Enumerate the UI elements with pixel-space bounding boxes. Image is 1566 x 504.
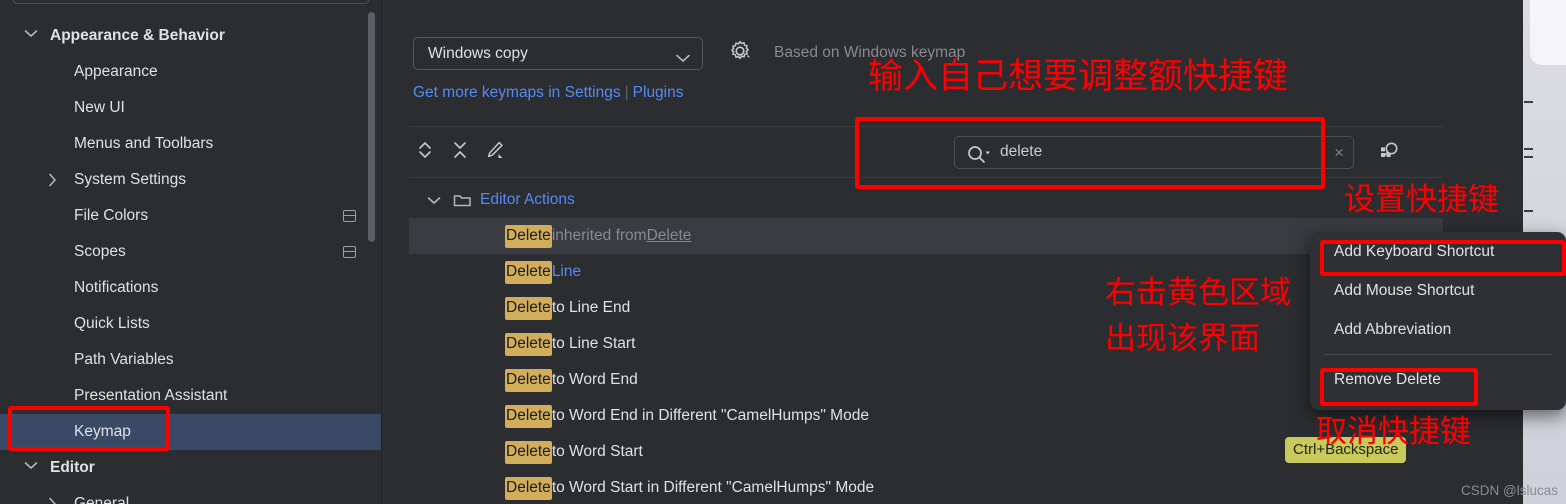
action-row[interactable]: Delete to Line Start [409,326,1443,362]
action-row[interactable]: Delete to Word Start in Different "Camel… [409,470,1443,504]
sidebar-item-label: New UI [74,99,125,116]
sidebar-item-label: Scopes [74,243,126,260]
expand-all-icon [416,140,434,165]
clear-search-icon[interactable]: × [1334,143,1344,163]
action-label: to Word Start [551,443,643,460]
sidebar-item-editor[interactable]: Editor [0,450,382,486]
action-match-highlight: Delete [505,404,552,428]
inherited-from-link[interactable]: Delete [647,227,692,244]
sidebar-item-file-colors[interactable]: File Colors [0,198,382,234]
action-match-highlight: Delete [505,260,552,284]
sidebar-item-quick-lists[interactable]: Quick Lists [0,306,382,342]
keymap-settings-gear-button[interactable] [725,38,755,68]
gear-icon [728,39,752,68]
action-label: to Line End [551,299,631,316]
annotation-box-remove-delete [1320,368,1478,406]
annotation-box-add-keyboard-shortcut [1320,240,1566,276]
sidebar-item-notifications[interactable]: Notifications [0,270,382,306]
sidebar-item-label: Menus and Toolbars [74,135,214,152]
sidebar-item-label: Appearance [74,63,158,80]
sidebar-scrollbar-thumb[interactable] [368,12,375,242]
action-label: to Line Start [551,335,636,352]
background-tick [1524,210,1533,212]
links-separator: | [624,84,629,101]
collapse-all-button[interactable] [447,139,473,165]
action-row[interactable]: Delete to Word End in Different "CamelHu… [409,398,1443,434]
sidebar-item-label: Quick Lists [74,315,150,332]
action-row[interactable]: Delete to Word End [409,362,1443,398]
sidebar-item-label: Editor [50,459,95,476]
annotation-box-keymap-sidebar-item [8,406,170,451]
pencil-icon [485,140,505,165]
sidebar-item-appearance[interactable]: Appearance [0,54,382,90]
find-by-shortcut-button[interactable] [1375,139,1403,167]
sidebar-item-general[interactable]: General [0,486,382,504]
plugins-link[interactable]: Plugins [633,84,684,101]
sidebar-item-label: System Settings [74,171,186,188]
sidebar-item-label: Path Variables [74,351,174,368]
sidebar-panel-splitter[interactable] [381,0,382,504]
background-tick [1524,156,1533,158]
action-label: inherited from [551,227,647,244]
action-row[interactable]: Delete inherited from Delete [409,218,1443,254]
sidebar-search-input[interactable] [13,0,369,4]
action-match-highlight: Delete [505,224,552,248]
sidebar-item-path-variables[interactable]: Path Variables [0,342,382,378]
action-match-highlight: Delete [505,476,552,500]
action-match-highlight: Delete [505,296,552,320]
sidebar-item-appearance-behavior[interactable]: Appearance & Behavior [0,18,382,54]
keymap-select[interactable]: Windows copy [413,37,703,70]
chevron-down-icon[interactable] [427,196,441,205]
folder-icon [453,192,472,208]
action-label: to Word End in Different "CamelHumps" Mo… [551,407,869,424]
background-window-card [1530,0,1566,65]
background-tick [1524,101,1533,103]
keymap-links: Get more keymaps in Settings | Plugins [413,84,684,102]
sidebar-item-label: Notifications [74,279,159,296]
edit-shortcut-button[interactable] [482,139,508,165]
sidebar-item-label: Presentation Assistant [74,387,228,404]
background-tick [1524,148,1533,150]
sidebar-item-system-settings[interactable]: System Settings [0,162,382,198]
annotation-input-shortcut: 输入自己想要调整额快捷键 [868,57,1289,97]
screenshot-root: Appearance & Behavior Appearance New UI Men… [0,0,1566,504]
sidebar-item-label: General [74,495,130,504]
menu-divider [1324,354,1552,355]
sidebar-item-label: File Colors [74,207,149,224]
settings-sync-icon [343,210,356,222]
chevron-down-icon [676,50,690,68]
action-match-highlight: Delete [505,440,552,464]
annotation-set-shortcut: 设置快捷键 [1344,182,1499,218]
chevron-down-icon[interactable] [24,461,38,475]
annotation-cancel-shortcut: 取消快捷键 [1316,414,1471,450]
action-label: to Word End [551,371,638,388]
watermark: CSDN @lslucas [1461,483,1558,498]
menu-item-add-mouse-shortcut[interactable]: Add Mouse Shortcut [1310,271,1566,310]
actions-group-label: Editor Actions [480,191,575,208]
keymap-select-value: Windows copy [428,44,528,62]
menu-item-add-abbreviation[interactable]: Add Abbreviation [1310,310,1566,349]
collapse-all-icon [451,140,469,165]
annotation-right-click-line2: 出现该界面 [1105,321,1260,357]
get-more-keymaps-link[interactable]: Get more keymaps in Settings [413,84,621,101]
chevron-down-icon[interactable] [24,29,38,43]
settings-sync-icon [343,246,356,258]
chevron-right-icon[interactable] [48,173,62,187]
sidebar-item-scopes[interactable]: Scopes [0,234,382,270]
menu-item-label: Add Abbreviation [1334,320,1452,338]
find-by-shortcut-icon [1377,139,1401,168]
action-match-highlight: Delete [505,332,552,356]
action-label: Line [551,263,582,280]
annotation-right-click-line1: 右击黄色区域 [1105,275,1291,311]
action-match-highlight: Delete [505,368,552,392]
settings-dialog: Appearance & Behavior Appearance New UI Men… [0,0,1523,504]
menu-item-label: Add Mouse Shortcut [1334,281,1475,299]
action-label: to Word Start in Different "CamelHumps" … [551,479,875,496]
sidebar-item-menus-and-toolbars[interactable]: Menus and Toolbars [0,126,382,162]
sidebar-item-label: Appearance & Behavior [50,27,225,44]
chevron-right-icon[interactable] [48,497,62,504]
sidebar-item-new-ui[interactable]: New UI [0,90,382,126]
annotation-box-search [855,117,1325,189]
expand-all-button[interactable] [412,139,438,165]
